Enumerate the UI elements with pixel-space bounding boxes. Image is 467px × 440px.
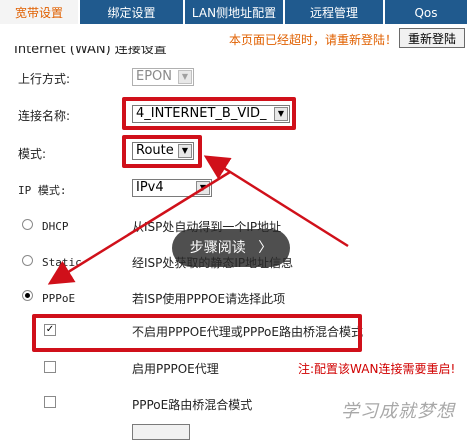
step-read-overlay[interactable]: 步骤阅读 〉 [172,229,290,267]
watermark: 学习成就梦想 [341,401,455,422]
annotation-arrows [47,155,349,285]
overlay-label: 步骤阅读 [189,240,246,256]
chevron-right-icon: 〉 [258,240,273,256]
